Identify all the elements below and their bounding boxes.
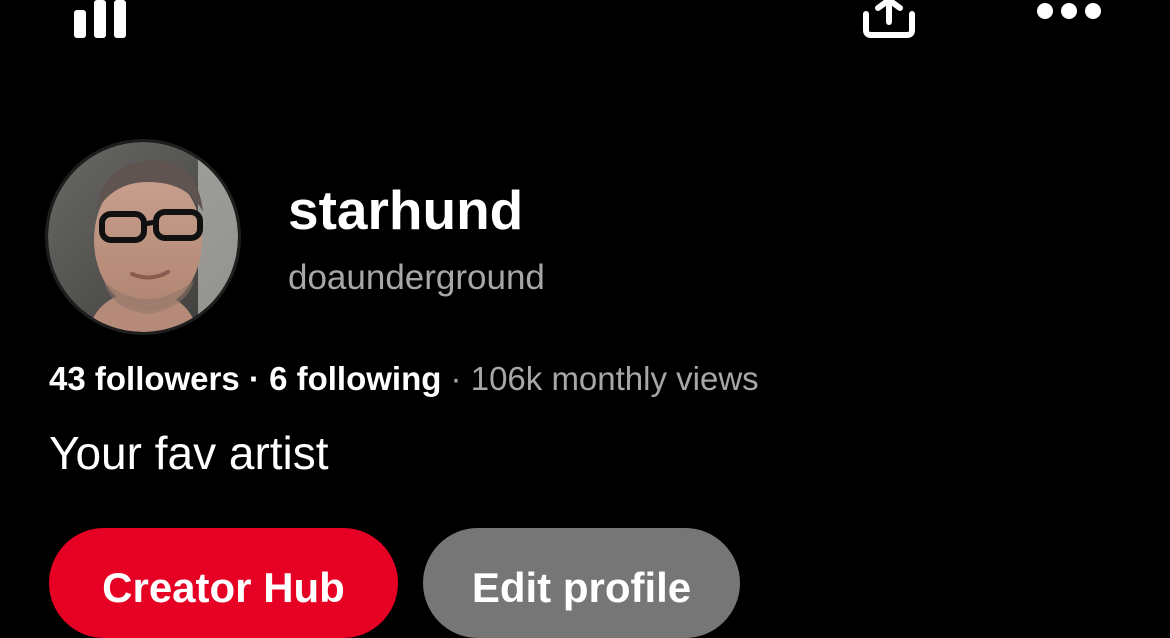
edit-profile-button[interactable]: Edit profile bbox=[423, 528, 740, 638]
top-bar bbox=[0, 0, 1170, 60]
profile-display-name: starhund bbox=[288, 179, 524, 241]
profile-bio: Your fav artist bbox=[49, 427, 329, 479]
stats-separator: · bbox=[441, 360, 471, 397]
stats-separator: · bbox=[239, 360, 270, 397]
profile-stats: 43 followers · 6 following · 106k monthl… bbox=[49, 358, 759, 400]
bar-chart-icon[interactable] bbox=[74, 0, 132, 40]
monthly-views: 106k monthly views bbox=[470, 360, 759, 397]
more-horizontal-icon[interactable] bbox=[1036, 0, 1102, 26]
avatar-photo bbox=[48, 142, 238, 332]
following-link[interactable]: 6 following bbox=[269, 360, 441, 397]
creator-hub-button[interactable]: Creator Hub bbox=[49, 528, 398, 638]
share-upload-icon[interactable] bbox=[862, 0, 916, 40]
avatar[interactable] bbox=[48, 142, 238, 332]
followers-link[interactable]: 43 followers bbox=[49, 360, 240, 397]
profile-username: doaunderground bbox=[288, 258, 545, 297]
